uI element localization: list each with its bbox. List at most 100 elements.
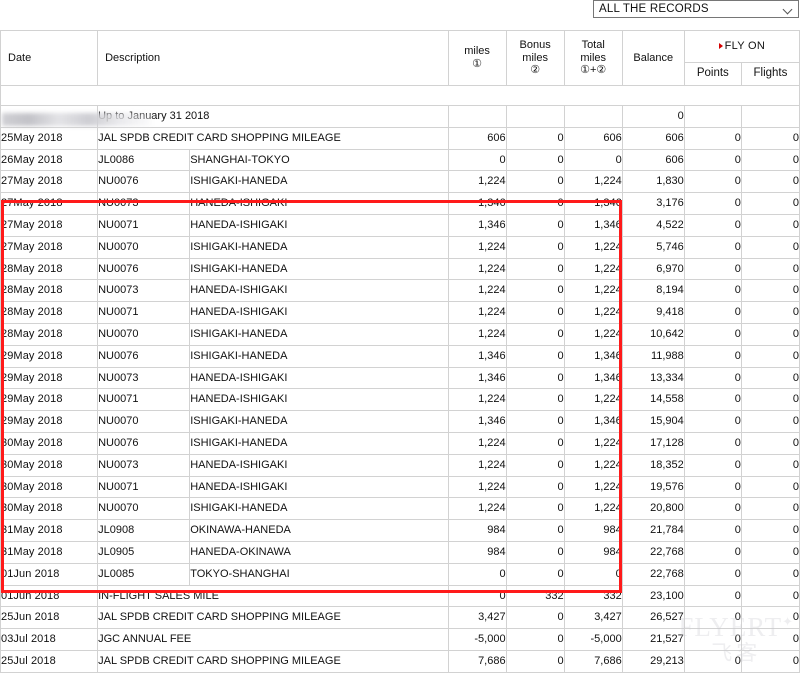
table-row: 29May 2018 NU0073 HANEDA-ISHIGAKI 1,346 0 1,3… [0, 366, 800, 390]
table-row: 01Jun 2018 JL0085 TOKYO-SHANGHAI 0 0 0 22,768 0… [0, 562, 800, 586]
cell-miles: 1,224 [447, 431, 507, 455]
table-row: 30May 2018 NU0071 HANEDA-ISHIGAKI 1,224 0 1,2… [0, 475, 800, 499]
cell-fly-on-points: 0 [683, 126, 742, 150]
cell-date: 30May 2018 [0, 475, 99, 499]
cell-date: 25May 2018 [0, 126, 99, 150]
mileage-statement-table: Date Description miles ① Bonus miles ② T… [0, 30, 800, 673]
table-row: 03Jul 2018 JGC ANNUAL FEE -5,000 0 -5,000 21,… [0, 628, 800, 651]
table-body: Up to January 31 2018 0 25May 2018 JAL SPDB… [0, 85, 800, 673]
cell-description: HANEDA-ISHIGAKI [189, 475, 449, 499]
cell-miles: 1,346 [447, 344, 507, 368]
cell-fly-on-flights: 0 [740, 410, 800, 433]
table-row: 25May 2018 JAL SPDB CREDIT CARD SHOPPING … [0, 126, 800, 150]
cell-balance: 1,830 [621, 170, 685, 194]
cell-flight-code: JL0908 [97, 519, 191, 542]
circled-one-icon: ① [472, 58, 482, 70]
cell-total-miles: 984 [563, 519, 623, 542]
column-header-flights[interactable]: Flights [740, 61, 800, 87]
cell-bonus-miles [505, 105, 565, 128]
cell-fly-on-flights: 0 [740, 192, 800, 215]
cell-date: 28May 2018 [0, 257, 99, 281]
cell-bonus-miles: 0 [505, 301, 565, 324]
table-row: Up to January 31 2018 0 [0, 105, 800, 128]
cell-fly-on-points: 0 [683, 279, 742, 303]
cell-balance: 4,522 [621, 213, 685, 237]
cell-fly-on-points: 0 [683, 475, 742, 499]
cell-total-miles: 1,224 [563, 388, 623, 412]
cell-date: 28May 2018 [0, 279, 99, 303]
cell-fly-on-flights: 0 [740, 606, 800, 630]
circled-two-icon: ② [530, 64, 541, 77]
table-row: 28May 2018 NU0073 HANEDA-ISHIGAKI 1,224 0 1,2… [0, 279, 800, 303]
cell-flight-code: NU0071 [97, 213, 191, 237]
cell-fly-on-flights: 0 [740, 453, 800, 477]
cell-bonus-miles: 0 [505, 606, 565, 630]
cell-balance: 19,576 [621, 475, 685, 499]
cell-description: JAL SPDB CREDIT CARD SHOPPING MILEAGE [97, 126, 449, 150]
cell-description: HANEDA-ISHIGAKI [189, 213, 449, 237]
cell-description: ISHIGAKI-HANEDA [189, 410, 449, 433]
cell-description: JGC ANNUAL FEE [97, 628, 449, 651]
cell-flight-code: NU0071 [97, 301, 191, 324]
cell-miles: 0 [447, 562, 507, 586]
column-header-fly-on[interactable]: FLY ON [683, 30, 800, 63]
cell-flight-code: NU0076 [97, 257, 191, 281]
column-header-balance[interactable]: Balance [621, 30, 685, 86]
cell-total-miles [563, 105, 623, 128]
column-header-total-miles[interactable]: Total miles ①+② [563, 30, 623, 86]
cell-flight-code: JL0905 [97, 540, 191, 564]
header-row-main: Date Description miles ① Bonus miles ② T… [0, 30, 800, 86]
cell-fly-on-points: 0 [683, 584, 742, 608]
cell-date: 27May 2018 [0, 213, 99, 237]
cell-description: HANEDA-ISHIGAKI [189, 192, 449, 215]
cell-miles: 3,427 [447, 606, 507, 630]
cell-flight-code: NU0073 [97, 279, 191, 303]
cell-date: 01Jun 2018 [0, 562, 99, 586]
table-row: 30May 2018 NU0076 ISHIGAKI-HANEDA 1,224 0 1,2… [0, 431, 800, 455]
column-header-miles[interactable]: miles ① [447, 30, 507, 86]
cell-fly-on-flights: 0 [740, 562, 800, 586]
cell-fly-on-points: 0 [683, 410, 742, 433]
records-filter-select[interactable]: ALL THE RECORDS [593, 0, 799, 18]
cell-bonus-miles: 332 [505, 584, 565, 608]
cell-total-miles: 7,686 [563, 649, 623, 673]
cell-fly-on-flights: 0 [740, 497, 800, 521]
table-row: 27May 2018 NU0070 ISHIGAKI-HANEDA 1,224 0 1,2… [0, 235, 800, 259]
cell-balance: 9,418 [621, 301, 685, 324]
cell-date: 25Jul 2018 [0, 649, 99, 673]
cell-description: ISHIGAKI-HANEDA [189, 170, 449, 194]
cell-date: 28May 2018 [0, 301, 99, 324]
table-row: 31May 2018 JL0908 OKINAWA-HANEDA 984 0 984 21,… [0, 519, 800, 542]
cell-miles: 7,686 [447, 649, 507, 673]
cell-balance: 3,176 [621, 192, 685, 215]
cell-bonus-miles: 0 [505, 628, 565, 651]
cell-fly-on-flights: 0 [740, 519, 800, 542]
cell-flight-code: NU0070 [97, 235, 191, 259]
table-row: 25Jun 2018 JAL SPDB CREDIT CARD SHOPPING … [0, 606, 800, 630]
cell-total-miles: 1,224 [563, 322, 623, 346]
cell-description: ISHIGAKI-HANEDA [189, 344, 449, 368]
cell-fly-on-flights: 0 [740, 301, 800, 324]
mileage-table-container: Date Description miles ① Bonus miles ② T… [0, 30, 800, 673]
cell-fly-on-flights: 0 [740, 170, 800, 194]
cell-fly-on-points: 0 [683, 170, 742, 194]
column-header-date[interactable]: Date [0, 30, 99, 86]
cell-fly-on-flights: 0 [740, 649, 800, 673]
column-header-points[interactable]: Points [683, 61, 742, 87]
column-header-bonus-miles[interactable]: Bonus miles ② [505, 30, 565, 86]
cell-bonus-miles: 0 [505, 192, 565, 215]
cell-miles: 1,224 [447, 497, 507, 521]
cell-description: ISHIGAKI-HANEDA [189, 235, 449, 259]
cell-total-miles: 1,224 [563, 170, 623, 194]
cell-date: 27May 2018 [0, 192, 99, 215]
cell-description: HANEDA-ISHIGAKI [189, 388, 449, 412]
cell-balance: 17,128 [621, 431, 685, 455]
column-header-description[interactable]: Description [97, 30, 449, 86]
cell-fly-on-points: 0 [683, 540, 742, 564]
table-row: 29May 2018 NU0071 HANEDA-ISHIGAKI 1,224 0 1,2… [0, 388, 800, 412]
circled-one-plus-two-icon: ①+② [580, 64, 607, 77]
cell-miles: 0 [447, 584, 507, 608]
cell-flight-code: NU0071 [97, 388, 191, 412]
cell-total-miles: 1,224 [563, 279, 623, 303]
cell-description: ISHIGAKI-HANEDA [189, 431, 449, 455]
